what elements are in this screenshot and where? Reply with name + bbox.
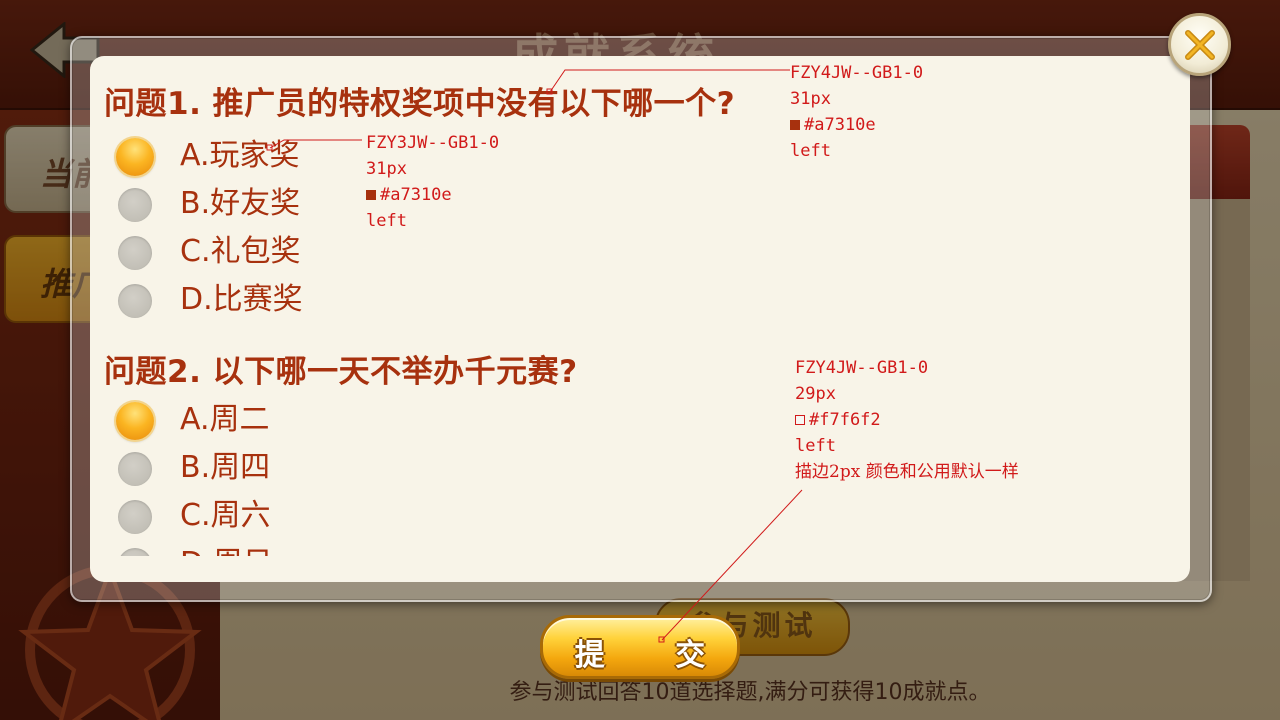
q1-option-b-label: B.好友奖 bbox=[180, 186, 301, 221]
q2-option-b[interactable]: B.周四 bbox=[118, 448, 418, 488]
annotation-button-spec: FZY4JW--GB1-0 29px #f7f6f2 left 描边2px 颜色… bbox=[795, 355, 1019, 485]
q2-option-c[interactable]: C.周六 bbox=[118, 496, 418, 536]
radio-unchecked-icon[interactable] bbox=[118, 548, 152, 556]
annotation-font: FZY4JW--GB1-0 bbox=[790, 63, 924, 83]
annotation-font: FZY3JW--GB1-0 bbox=[366, 133, 500, 153]
radio-unchecked-icon[interactable] bbox=[118, 188, 152, 222]
q2-option-c-label: C.周六 bbox=[180, 498, 271, 533]
q2-option-d[interactable]: D.周日 bbox=[118, 544, 418, 556]
quiz-scroll-area[interactable]: 问题1. 推广员的特权奖项中没有以下哪一个? A.玩家奖 B.好友奖 C.礼包奖… bbox=[90, 56, 1190, 556]
submit-button[interactable]: 提 交 bbox=[540, 615, 740, 679]
quiz-dialog: 问题1. 推广员的特权奖项中没有以下哪一个? A.玩家奖 B.好友奖 C.礼包奖… bbox=[90, 56, 1190, 582]
color-swatch bbox=[366, 190, 376, 200]
annotation-align: left bbox=[795, 436, 836, 456]
annotation-note: 描边2px 颜色和公用默认一样 bbox=[795, 462, 1019, 482]
annotation-title-spec: FZY4JW--GB1-0 31px #a7310e left bbox=[790, 60, 923, 164]
q2-option-b-label: B.周四 bbox=[180, 450, 271, 485]
radio-checked-icon[interactable] bbox=[116, 138, 154, 176]
annotation-color: #a7310e bbox=[380, 185, 452, 205]
q1-option-d[interactable]: D.比赛奖 bbox=[118, 280, 418, 320]
annotation-size: 31px bbox=[790, 89, 831, 109]
color-swatch bbox=[790, 120, 800, 130]
q1-option-c[interactable]: C.礼包奖 bbox=[118, 232, 418, 272]
color-swatch bbox=[795, 415, 805, 425]
q2-option-a-label: A.周二 bbox=[180, 402, 270, 437]
question-1-title: 问题1. 推广员的特权奖项中没有以下哪一个? bbox=[104, 86, 736, 122]
annotation-align: left bbox=[790, 141, 831, 161]
close-icon bbox=[1185, 30, 1215, 60]
submit-button-label: 提 交 bbox=[574, 638, 736, 673]
q2-option-a[interactable]: A.周二 bbox=[116, 400, 418, 440]
annotation-size: 29px bbox=[795, 384, 836, 404]
close-button[interactable] bbox=[1168, 13, 1231, 76]
annotation-color: #f7f6f2 bbox=[809, 410, 881, 430]
radio-unchecked-icon[interactable] bbox=[118, 236, 152, 270]
radio-unchecked-icon[interactable] bbox=[118, 284, 152, 318]
annotation-color: #a7310e bbox=[804, 115, 876, 135]
q2-option-d-label: D.周日 bbox=[180, 544, 273, 556]
annotation-font: FZY4JW--GB1-0 bbox=[795, 358, 929, 378]
question-2-title: 问题2. 以下哪一天不举办千元赛? bbox=[104, 354, 578, 390]
annotation-size: 31px bbox=[366, 159, 407, 179]
radio-checked-icon[interactable] bbox=[116, 402, 154, 440]
annotation-align: left bbox=[366, 211, 407, 231]
q1-option-c-label: C.礼包奖 bbox=[180, 234, 301, 269]
radio-unchecked-icon[interactable] bbox=[118, 452, 152, 486]
q1-option-a-label: A.玩家奖 bbox=[180, 138, 300, 173]
radio-unchecked-icon[interactable] bbox=[118, 500, 152, 534]
annotation-option-spec: FZY3JW--GB1-0 31px #a7310e left bbox=[366, 130, 499, 234]
q1-option-d-label: D.比赛奖 bbox=[180, 282, 303, 317]
